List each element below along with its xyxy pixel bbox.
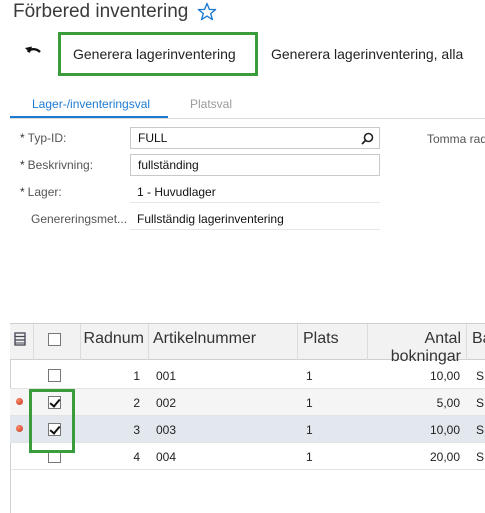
cell-location: 1 [306,369,313,383]
tab-location-selection[interactable]: Platsval [190,97,232,111]
cell-rownum: 4 [133,450,140,464]
cell-location: 1 [306,450,313,464]
warehouse-value: 1 - Huvudlager [137,184,216,199]
generate-inventory-label: Generera lagerinventering [73,46,236,62]
cell-location: 1 [306,423,313,437]
toolbar: Generera lagerinventering Generera lager… [0,32,485,76]
cell-extra: S [476,369,485,383]
tab-bar: Lager-/inventeringsval Platsval [10,93,485,119]
cell-article: 001 [156,369,177,383]
table-row[interactable]: 4 004 1 20,00 S [10,443,485,470]
cell-rownum: 2 [133,396,140,410]
select-all-checkbox[interactable] [48,333,61,346]
cell-location: 1 [306,396,313,410]
col-header-bookings[interactable]: Antal bokningar [369,330,461,366]
cell-article: 003 [156,423,177,437]
row-checkbox[interactable] [48,369,61,382]
description-field[interactable]: fullständing [130,154,380,176]
cell-extra: S [476,450,485,464]
cell-rownum: 1 [133,369,140,383]
col-header-article[interactable]: Artikelnummer [153,330,256,348]
type-id-field[interactable]: FULL [130,127,380,149]
grid-header: Radnum Artikelnummer Plats Antal bokning… [10,323,485,365]
undo-icon[interactable] [24,43,44,61]
col-header-extra[interactable]: Ba [472,330,485,348]
warehouse-label: * Lager: [20,185,62,199]
generation-method-value: Fullständig lagerinventering [137,211,284,226]
generate-inventory-all-label: Generera lagerinventering, alla [271,46,464,62]
cell-rownum: 3 [133,423,140,437]
description-label: * Beskrivning: [20,158,94,172]
cell-extra: S [476,396,485,410]
generation-method-field[interactable]: Fullständig lagerinventering [130,208,380,230]
cell-bookings: 10,00 [429,423,460,437]
generate-inventory-all-button[interactable]: Generera lagerinventering, alla [271,32,463,76]
table-row[interactable]: 2 002 1 5,00 S [10,389,485,416]
favorite-star-icon[interactable] [197,2,217,22]
col-header-location[interactable]: Plats [303,330,339,348]
page-title: Förbered inventering [13,1,189,22]
error-indicator-icon [16,425,23,432]
cell-article: 004 [156,450,177,464]
active-tab-indicator [10,116,168,118]
tab-warehouse-selection[interactable]: Lager-/inventeringsval [32,97,150,111]
cell-extra: S [476,423,485,437]
title-row: Förbered inventering [13,0,217,24]
empty-rows-label: Tomma rad [427,132,485,146]
type-id-label: * Typ-ID: [20,131,67,145]
description-value: fullständing [138,158,199,172]
cell-bookings: 20,00 [429,450,460,464]
selection-form: * Typ-ID: FULL * Beskrivning: fullständing… [10,119,485,323]
error-indicator-icon [16,398,23,405]
highlight-box [29,389,75,453]
col-header-rownum[interactable]: Radnum [82,330,144,348]
warehouse-field[interactable]: 1 - Huvudlager [130,181,380,203]
cell-bookings: 10,00 [429,369,460,383]
grid-settings-icon[interactable] [14,332,26,346]
cell-article: 002 [156,396,177,410]
type-id-value: FULL [138,131,168,145]
search-icon[interactable] [361,132,374,145]
table-row[interactable]: 3 003 1 10,00 S [10,416,485,443]
generation-method-label: Genereringsmet... [31,212,128,226]
cell-bookings: 5,00 [436,396,460,410]
table-row[interactable]: 1 001 1 10,00 S [10,362,485,389]
generate-inventory-button[interactable]: Generera lagerinventering [58,32,258,76]
